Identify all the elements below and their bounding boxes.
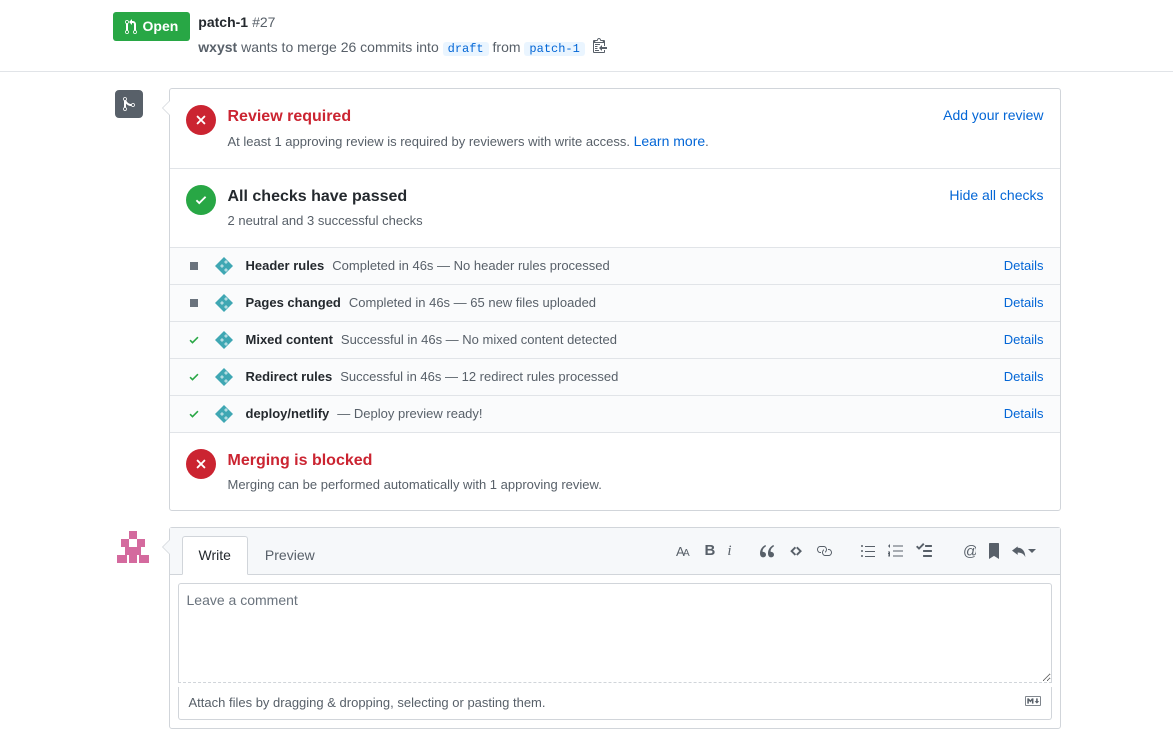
check-row: Redirect rules Successful in 46s — 12 red… [170, 359, 1060, 396]
check-desc: Completed in 46s — 65 new files uploaded [349, 295, 596, 310]
netlify-icon [214, 330, 234, 350]
markdown-icon[interactable] [1025, 693, 1041, 713]
check-desc: Successful in 46s — No mixed content det… [341, 332, 617, 347]
details-link[interactable]: Details [1004, 404, 1044, 424]
merge-badge [113, 88, 145, 120]
check-desc: — Deploy preview ready! [337, 406, 482, 421]
netlify-icon [214, 404, 234, 424]
reply-icon[interactable] [1008, 539, 1040, 563]
details-link[interactable]: Details [1004, 367, 1044, 387]
check-desc: Completed in 46s — No header rules proce… [332, 258, 609, 273]
pr-header: Open patch-1 #27 wxyst wants to merge 26… [113, 12, 1061, 59]
check-icon [186, 408, 202, 420]
pr-number: #27 [252, 12, 275, 33]
state-badge-open: Open [113, 12, 191, 41]
user-avatar[interactable] [113, 527, 153, 567]
mention-icon[interactable]: @ [956, 539, 980, 563]
attach-bar[interactable]: Attach files by dragging & dropping, sel… [178, 687, 1052, 720]
ordered-list-icon[interactable] [884, 539, 908, 563]
details-link[interactable]: Details [1004, 330, 1044, 350]
link-icon[interactable] [812, 539, 836, 563]
check-name: Mixed content [246, 332, 333, 347]
code-icon[interactable] [784, 539, 808, 563]
copy-icon[interactable] [593, 37, 607, 59]
check-row: Pages changed Completed in 46s — 65 new f… [170, 285, 1060, 322]
italic-icon[interactable]: i [723, 536, 735, 567]
review-heading: Review required [228, 105, 932, 129]
git-pull-request-icon [125, 19, 139, 35]
check-row: Mixed content Successful in 46s — No mixe… [170, 322, 1060, 359]
checks-subtext: 2 neutral and 3 successful checks [228, 211, 938, 231]
pr-meta: wxyst wants to merge 26 commits into dra… [198, 37, 606, 59]
comment-header: Write Preview AA B i [170, 528, 1060, 575]
saved-reply-icon[interactable] [984, 539, 1004, 563]
x-status-icon [186, 105, 216, 135]
pr-author[interactable]: wxyst [198, 39, 237, 55]
blocked-heading: Merging is blocked [228, 449, 1044, 473]
blocked-subtext: Merging can be performed automatically w… [228, 475, 1044, 495]
netlify-icon [214, 367, 234, 387]
review-required-section: Review required At least 1 approving rev… [170, 89, 1060, 169]
checks-list: Header rules Completed in 46s — No header… [170, 248, 1060, 433]
quote-icon[interactable] [756, 539, 780, 563]
check-icon [186, 371, 202, 383]
netlify-icon [214, 256, 234, 276]
base-branch[interactable]: draft [443, 42, 489, 56]
pr-title: patch-1 [198, 12, 248, 33]
check-row: Header rules Completed in 46s — No header… [170, 248, 1060, 285]
checks-summary-section: All checks have passed 2 neutral and 3 s… [170, 169, 1060, 248]
svg-text:A: A [683, 548, 690, 559]
details-link[interactable]: Details [1004, 256, 1044, 276]
comment-textarea[interactable] [178, 583, 1052, 683]
svg-text:@: @ [963, 543, 976, 559]
bold-icon[interactable]: B [700, 536, 719, 567]
add-review-link[interactable]: Add your review [943, 107, 1043, 123]
netlify-icon [214, 293, 234, 313]
review-subtext: At least 1 approving review is required … [228, 131, 932, 152]
unordered-list-icon[interactable] [856, 539, 880, 563]
neutral-icon [186, 299, 202, 307]
attach-label: Attach files by dragging & dropping, sel… [189, 693, 546, 713]
check-status-icon [186, 185, 216, 215]
x-status-icon [186, 449, 216, 479]
check-name: deploy/netlify [246, 406, 330, 421]
check-name: Redirect rules [246, 369, 333, 384]
task-list-icon[interactable] [912, 539, 936, 563]
merge-status-box: Review required At least 1 approving rev… [169, 88, 1061, 511]
comment-box: Write Preview AA B i [169, 527, 1061, 729]
state-label: Open [143, 16, 179, 37]
heading-icon[interactable]: AA [672, 536, 696, 567]
check-name: Pages changed [246, 295, 341, 310]
git-merge-icon [121, 96, 137, 112]
hide-checks-link[interactable]: Hide all checks [949, 187, 1043, 203]
learn-more-link[interactable]: Learn more [634, 133, 706, 149]
tab-preview[interactable]: Preview [248, 536, 332, 575]
check-row: deploy/netlify — Deploy preview ready! Det… [170, 396, 1060, 433]
checks-heading: All checks have passed [228, 185, 938, 209]
check-desc: Successful in 46s — 12 redirect rules pr… [340, 369, 618, 384]
check-name: Header rules [246, 258, 325, 273]
neutral-icon [186, 262, 202, 270]
tab-write[interactable]: Write [182, 536, 248, 575]
head-branch[interactable]: patch-1 [524, 42, 584, 56]
comment-toolbar: AA B i @ [660, 532, 1051, 571]
merging-blocked-section: Merging is blocked Merging can be perfor… [170, 433, 1060, 511]
check-icon [186, 334, 202, 346]
details-link[interactable]: Details [1004, 293, 1044, 313]
